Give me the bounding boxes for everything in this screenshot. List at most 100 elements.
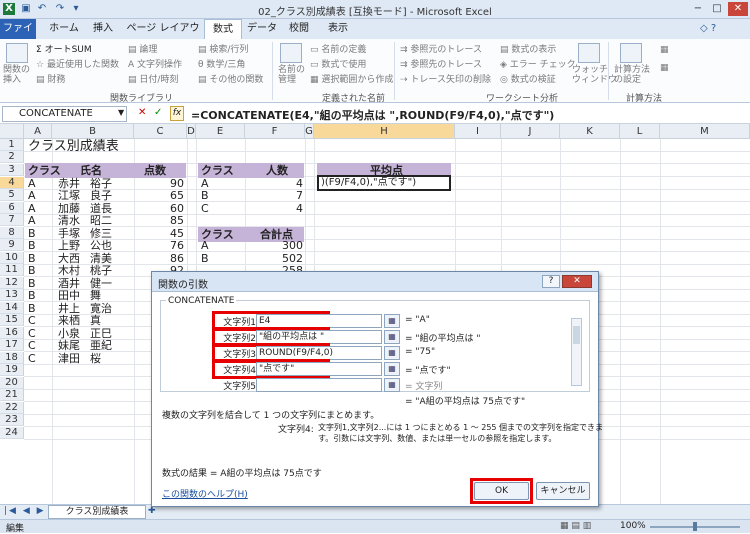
row-header-15[interactable]: 15 <box>0 314 24 326</box>
text-functions-button[interactable]: A 文字列操作 <box>128 57 182 70</box>
tab-insert[interactable]: 挿入 <box>86 19 120 39</box>
row-header-19[interactable]: 19 <box>0 364 24 376</box>
collapse-dialog-icon[interactable]: ▦ <box>384 346 400 360</box>
column-header-b[interactable]: B <box>52 124 134 139</box>
column-header-d[interactable]: D <box>187 124 196 139</box>
row-header-9[interactable]: 9 <box>0 239 24 251</box>
row-header-13[interactable]: 13 <box>0 289 24 301</box>
other-functions-button[interactable]: ▤ その他の関数 <box>198 72 263 85</box>
row-header-2[interactable]: 2 <box>0 151 24 163</box>
row-header-24[interactable]: 24 <box>0 426 24 439</box>
args-scrollbar-thumb[interactable] <box>573 326 580 344</box>
row-header-4[interactable]: 4 <box>0 176 24 189</box>
lookup-button[interactable]: ▤ 検索/行列 <box>198 42 248 55</box>
row-header-16[interactable]: 16 <box>0 326 24 339</box>
watch-window-icon[interactable] <box>578 43 600 63</box>
sheet-tab-active[interactable]: クラス別成績表 <box>48 505 146 519</box>
zoom-slider-thumb[interactable] <box>693 522 697 531</box>
show-formulas-button[interactable]: ▤ 数式の表示 <box>500 42 556 55</box>
sheet-title-cell[interactable]: クラス別成績表 <box>28 139 119 154</box>
column-header-f[interactable]: F <box>245 124 305 139</box>
watch-window-button[interactable]: ウォッチ ウィンドウ <box>572 65 617 85</box>
create-from-selection-button[interactable]: ▦ 選択範囲から作成 <box>310 72 393 85</box>
arg-input-2[interactable]: "組の平均点は " <box>256 330 382 344</box>
tab-view[interactable]: 表示 <box>320 19 356 39</box>
name-manager-button[interactable]: 名前の 管理 <box>278 65 305 85</box>
row-header-3[interactable]: 3 <box>0 164 24 176</box>
insert-function-icon[interactable] <box>6 43 28 63</box>
math-button[interactable]: θ 数学/三角 <box>198 57 245 70</box>
column-header-c[interactable]: C <box>134 124 187 139</box>
column-header-h[interactable]: H <box>314 124 455 139</box>
arg-input-1[interactable]: E4 <box>256 314 382 328</box>
row-header-21[interactable]: 21 <box>0 389 24 401</box>
select-all-corner[interactable] <box>0 124 24 139</box>
active-cell-h4[interactable]: )(F9/F4,0),"点です") <box>317 175 451 191</box>
minimize-icon[interactable]: − <box>690 2 706 16</box>
tab-home[interactable]: ホーム <box>44 19 84 39</box>
cancel-button[interactable]: キャンセル <box>536 482 590 500</box>
ok-button[interactable]: OK <box>474 482 529 500</box>
calc-now-icon[interactable]: ▦ <box>660 45 669 55</box>
student-lastname-cell[interactable]: 津田 <box>58 351 80 366</box>
zoom-level[interactable]: 100% <box>620 521 646 531</box>
row-header-6[interactable]: 6 <box>0 201 24 214</box>
row-header-1[interactable]: 1 <box>0 139 24 151</box>
error-check-button[interactable]: ◈ エラー チェック <box>500 57 576 70</box>
collapse-dialog-icon[interactable]: ▦ <box>384 314 400 328</box>
column-header-k[interactable]: K <box>560 124 620 139</box>
row-header-17[interactable]: 17 <box>0 339 24 351</box>
row-header-14[interactable]: 14 <box>0 301 24 314</box>
row-header-18[interactable]: 18 <box>0 351 24 364</box>
insert-function-fx-icon[interactable]: fx <box>170 106 184 121</box>
view-buttons-icon[interactable]: ▦ ▤ ▥ <box>560 521 591 531</box>
calc-options-icon[interactable] <box>620 43 642 63</box>
row-header-20[interactable]: 20 <box>0 376 24 389</box>
row-header-5[interactable]: 5 <box>0 189 24 201</box>
count-value-cell[interactable]: 4 <box>245 201 303 216</box>
confirm-entry-icon[interactable]: ✓ <box>154 107 162 118</box>
tab-page-layout[interactable]: ページ レイアウト <box>124 19 202 54</box>
tab-data[interactable]: データ <box>244 19 280 39</box>
insert-function-button[interactable]: 関数の 挿入 <box>3 65 30 85</box>
tab-file[interactable]: ファイル <box>0 19 36 54</box>
arg-input-4[interactable]: "点です" <box>256 362 382 376</box>
collapse-dialog-icon[interactable]: ▦ <box>384 330 400 344</box>
column-header-i[interactable]: I <box>455 124 501 139</box>
column-header-m[interactable]: M <box>660 124 750 139</box>
autosum-button[interactable]: Σ オートSUM <box>36 42 92 55</box>
name-manager-icon[interactable] <box>280 43 302 63</box>
maximize-icon[interactable]: □ <box>709 2 725 16</box>
datetime-button[interactable]: ▤ 日付/時刻 <box>128 72 178 85</box>
function-help-link[interactable]: この関数のヘルプ(H) <box>162 487 248 500</box>
row-header-10[interactable]: 10 <box>0 251 24 264</box>
tab-review[interactable]: 校閲 <box>282 19 316 39</box>
name-box[interactable]: CONCATENATE <box>2 106 127 122</box>
new-sheet-icon[interactable]: ✚ <box>148 506 156 516</box>
arg-input-5[interactable] <box>256 378 382 392</box>
column-header-g[interactable]: G <box>305 124 314 139</box>
tab-formulas[interactable]: 数式 <box>204 19 242 40</box>
total-class-cell[interactable]: B <box>201 251 209 266</box>
financial-button[interactable]: ▤ 財務 <box>36 72 65 85</box>
use-in-formula-button[interactable]: ▭ 数式で使用 <box>310 57 366 70</box>
student-class-cell[interactable]: C <box>28 351 36 366</box>
dialog-help-icon[interactable]: ? <box>542 275 560 288</box>
row-header-11[interactable]: 11 <box>0 264 24 276</box>
column-header-j[interactable]: J <box>501 124 560 139</box>
student-firstname-cell[interactable]: 桜 <box>90 351 101 366</box>
row-header-12[interactable]: 12 <box>0 276 24 289</box>
row-header-7[interactable]: 7 <box>0 214 24 226</box>
remove-arrows-button[interactable]: ⇢ トレース矢印の削除 <box>400 72 491 85</box>
evaluate-formula-button[interactable]: ◎ 数式の検証 <box>500 72 556 85</box>
row-header-8[interactable]: 8 <box>0 226 24 239</box>
cancel-entry-icon[interactable]: ✕ <box>138 107 146 118</box>
logical-button[interactable]: ▤ 論理 <box>128 42 157 55</box>
collapse-dialog-icon[interactable]: ▦ <box>384 362 400 376</box>
calc-options-button[interactable]: 計算方法 の設定 <box>614 65 650 85</box>
collapse-dialog-icon[interactable]: ▦ <box>384 378 400 392</box>
count-class-cell[interactable]: C <box>201 201 209 216</box>
row-header-22[interactable]: 22 <box>0 401 24 414</box>
arg-input-3[interactable]: ROUND(F9/F4,0) <box>256 346 382 360</box>
trace-dependents-button[interactable]: ⇉ 参照先のトレース <box>400 57 482 70</box>
